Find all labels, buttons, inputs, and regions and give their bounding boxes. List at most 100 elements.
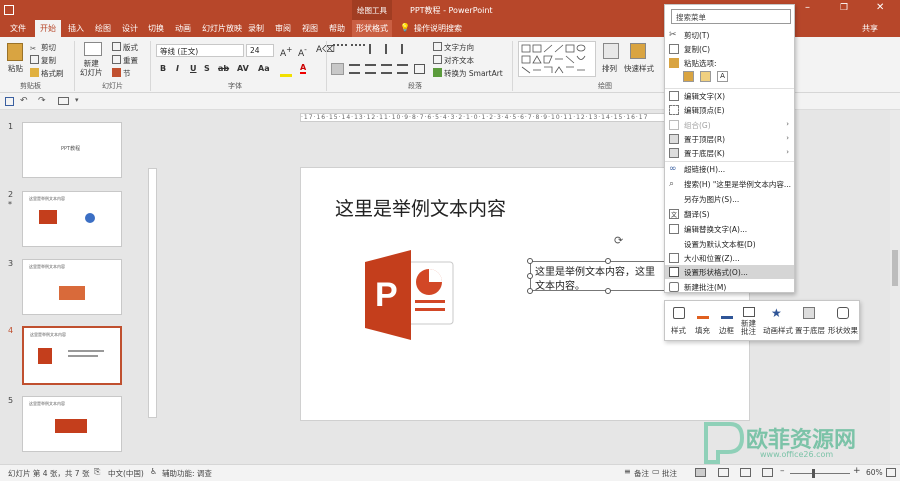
columns-icon[interactable] (414, 64, 425, 74)
redo-icon[interactable]: ↷ (38, 96, 46, 106)
menu-item-bring-to-front[interactable]: 置于顶层(R) › (665, 132, 794, 146)
new-slide-icon[interactable] (84, 42, 102, 56)
tab-view[interactable]: 视图 (302, 23, 318, 34)
align-center-icon[interactable] (349, 64, 360, 74)
tab-record[interactable]: 录制 (248, 23, 264, 34)
resize-handle[interactable] (605, 258, 611, 264)
align-text-button[interactable]: 对齐文本 (433, 55, 474, 66)
zoom-level[interactable]: 60% (866, 468, 883, 477)
quick-styles-icon[interactable] (630, 43, 646, 59)
tab-file[interactable]: 文件 (10, 23, 26, 34)
slide-thumbnail-5[interactable]: 这里是举例文本内容 (22, 396, 122, 452)
shapes-gallery[interactable] (518, 41, 596, 77)
comments-icon[interactable]: ▭ (652, 467, 660, 476)
new-slide-button[interactable]: 新建 幻灯片 (80, 59, 103, 77)
zoom-slider[interactable] (790, 473, 850, 474)
tab-review[interactable]: 审阅 (275, 23, 291, 34)
help-search[interactable]: 操作说明搜索 (414, 23, 462, 34)
smartart-button[interactable]: 转换为 SmartArt (433, 68, 503, 79)
powerpoint-logo-icon[interactable]: P (361, 248, 456, 343)
justify-icon[interactable] (381, 64, 392, 74)
slide-thumbnail-1[interactable]: PPT教程 (22, 122, 122, 178)
slide-sorter-icon[interactable] (718, 468, 729, 477)
font-size-select[interactable]: 24 (246, 44, 274, 57)
cut-button[interactable]: ✂ 剪切 (30, 42, 56, 53)
menu-item-cut[interactable]: ✂ 剪切(T) (665, 28, 794, 42)
menu-item-search[interactable]: ⌕ 搜索(H) "这里是举例文本内容... (665, 177, 794, 191)
font-name-select[interactable]: 等线 (正文) (156, 44, 244, 57)
menu-item-copy[interactable]: 复制(C) (665, 42, 794, 56)
font-color-icon[interactable]: A (300, 63, 307, 74)
align-right-icon[interactable] (365, 64, 376, 74)
present-icon[interactable] (58, 97, 69, 105)
spelling-icon[interactable]: ⎘ (94, 467, 100, 477)
distribute-icon[interactable] (397, 64, 408, 74)
minimize-icon[interactable]: – (805, 2, 810, 13)
animation-star-icon[interactable]: ★ (771, 306, 782, 320)
mini-style-button[interactable]: 样式 (671, 325, 686, 336)
undo-icon[interactable]: ↶ (20, 96, 28, 106)
grow-font-button[interactable]: A+ (280, 45, 292, 59)
mini-outline-button[interactable]: 边框 (719, 325, 734, 336)
menu-item-edit-points[interactable]: 编辑顶点(E) (665, 103, 794, 117)
menu-item-save-as-picture[interactable]: 另存为图片(S)... (665, 192, 794, 206)
fill-icon[interactable] (697, 307, 709, 319)
resize-handle[interactable] (527, 258, 533, 264)
tab-shape-format[interactable]: 形状格式 (352, 20, 392, 37)
increase-indent-icon[interactable] (385, 44, 397, 54)
slideshow-icon[interactable] (762, 468, 773, 477)
tab-slideshow[interactable]: 幻灯片放映 (202, 23, 242, 34)
tab-draw[interactable]: 绘图 (95, 23, 111, 34)
close-icon[interactable]: ✕ (876, 2, 884, 13)
arrange-icon[interactable] (603, 43, 619, 59)
accessibility-status[interactable]: 辅助功能: 调查 (162, 468, 212, 479)
save-icon[interactable] (4, 5, 14, 15)
menu-item-send-to-back[interactable]: 置于底层(K) › (665, 146, 794, 160)
align-left-icon[interactable] (331, 63, 344, 75)
language-status[interactable]: 中文(中国) (108, 468, 144, 479)
maximize-icon[interactable]: ❐ (840, 3, 848, 13)
mini-fill-button[interactable]: 填充 (695, 325, 710, 336)
accessibility-icon[interactable]: ♿ (150, 467, 157, 476)
mini-animation-button[interactable]: 动画样式 (763, 325, 793, 336)
vertical-scrollbar[interactable] (890, 110, 900, 464)
copy-button[interactable]: 复制 (30, 55, 56, 66)
slide-thumbnail-4[interactable]: 这里是举例文本内容 (22, 326, 122, 385)
send-back-icon[interactable] (803, 307, 815, 319)
normal-view-icon[interactable] (695, 468, 706, 477)
mini-send-back-button[interactable]: 置于底层 (795, 325, 825, 336)
tab-design[interactable]: 设计 (122, 23, 138, 34)
text-direction-button[interactable]: 文字方向 (433, 42, 474, 53)
bold-button[interactable]: B (160, 64, 166, 73)
textbox-line-2[interactable]: 文本内容。 (535, 277, 585, 292)
highlight-icon[interactable] (280, 67, 292, 77)
numbering-icon[interactable] (351, 44, 365, 54)
style-icon[interactable] (673, 307, 685, 319)
change-case-icon[interactable]: Aa (258, 64, 270, 73)
notes-icon[interactable]: ≡ (624, 467, 631, 476)
fit-to-window-icon[interactable] (886, 468, 896, 477)
char-spacing-icon[interactable]: AV (237, 64, 249, 73)
mini-shape-effects-button[interactable]: 形状效果 (828, 325, 858, 336)
paste-button[interactable]: 粘贴 (8, 63, 23, 74)
outline-icon[interactable] (721, 307, 733, 319)
decrease-indent-icon[interactable] (369, 44, 381, 54)
scroll-thumb[interactable] (892, 250, 898, 286)
save-icon[interactable] (5, 97, 14, 106)
slide-title[interactable]: 这里是举例文本内容 (335, 194, 506, 221)
share-button[interactable]: 共享 (862, 23, 878, 34)
zoom-in-icon[interactable]: + (853, 466, 861, 476)
layout-button[interactable]: 版式 (112, 42, 138, 53)
tab-home[interactable]: 开始 (35, 20, 61, 37)
zoom-out-icon[interactable]: – (780, 466, 785, 476)
comments-button[interactable]: 批注 (662, 468, 677, 479)
line-spacing-icon[interactable] (401, 44, 413, 54)
paste-text-only-icon[interactable]: A (717, 71, 728, 82)
quick-styles-button[interactable]: 快速样式 (624, 63, 654, 74)
bullets-icon[interactable] (333, 44, 347, 54)
menu-item-new-comment[interactable]: 新建批注(M) (665, 280, 794, 294)
menu-item-translate[interactable]: 文翻译(S) (665, 207, 794, 221)
strikethrough-button[interactable]: ab (218, 64, 229, 73)
reading-view-icon[interactable] (740, 468, 751, 477)
shrink-font-button[interactable]: A- (298, 45, 307, 59)
